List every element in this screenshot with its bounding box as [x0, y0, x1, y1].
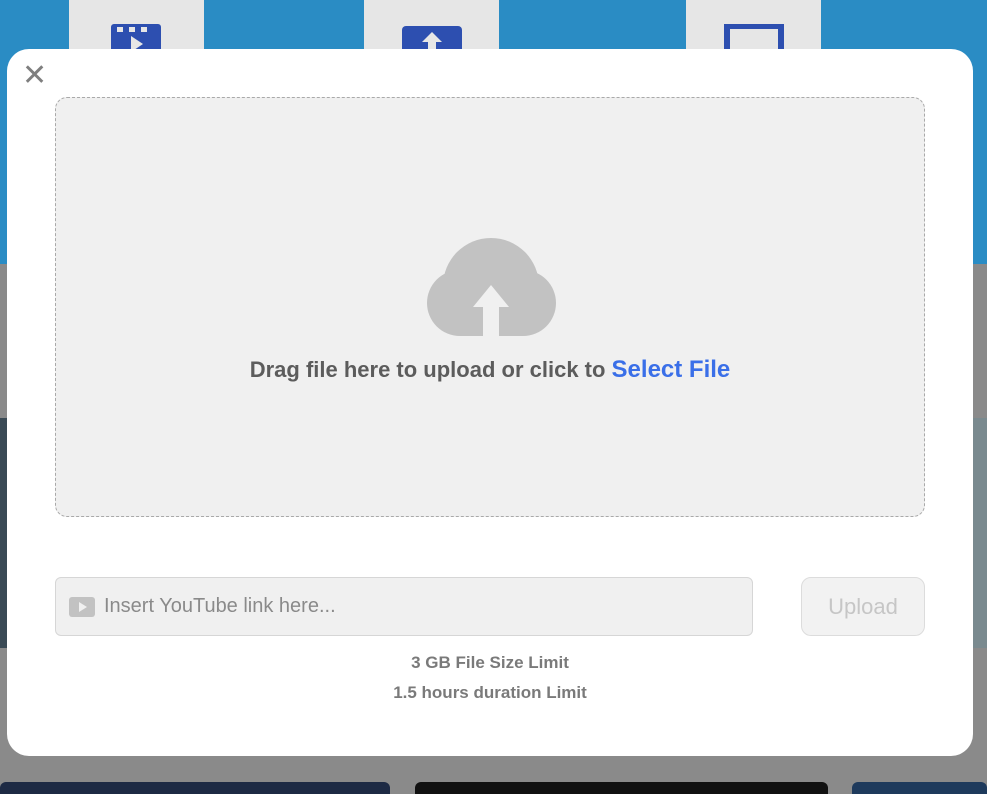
background-thumbnail-3 — [852, 782, 987, 794]
background-thumbnail-1 — [0, 782, 390, 794]
upload-button[interactable]: Upload — [801, 577, 925, 636]
file-dropzone[interactable]: Drag file here to upload or click to Sel… — [55, 97, 925, 517]
dropzone-prompt-text: Drag file here to upload or click to — [249, 357, 612, 382]
background-card-right — [972, 418, 987, 648]
background-card-left — [0, 418, 7, 648]
background-thumbnail-2 — [415, 782, 828, 794]
dropzone-prompt: Drag file here to upload or click to Sel… — [56, 356, 924, 384]
file-size-limit: 3 GB File Size Limit — [411, 653, 569, 672]
youtube-play-icon — [69, 596, 95, 617]
close-icon[interactable]: ✕ — [22, 61, 47, 91]
select-file-link[interactable]: Select File — [612, 356, 731, 383]
youtube-link-field[interactable] — [55, 577, 753, 636]
upload-modal: ✕ Drag file here to upload or click to S… — [7, 49, 973, 756]
cloud-upload-icon — [427, 238, 556, 338]
duration-limit: 1.5 hours duration Limit — [393, 683, 587, 702]
youtube-link-input[interactable] — [104, 586, 724, 627]
